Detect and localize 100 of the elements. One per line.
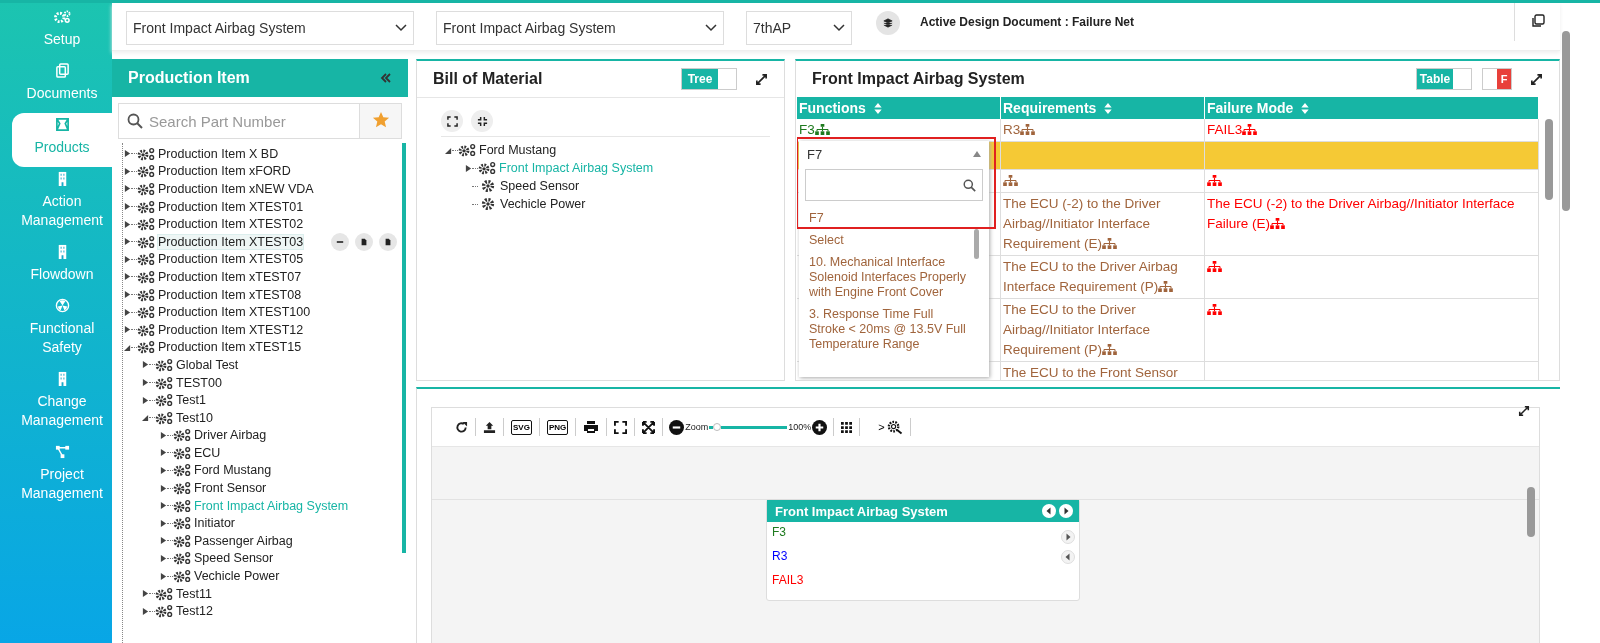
hierarchy-icon[interactable] [814,124,830,135]
tree-item[interactable]: ECU [194,445,221,460]
scrollbar[interactable] [1545,119,1553,200]
expander-icon[interactable] [160,448,167,458]
tree-item[interactable]: Production Item xTEST08 [158,287,302,302]
expander-icon[interactable] [124,237,131,247]
expander-icon[interactable] [142,360,149,370]
tree-item[interactable]: Ford Mustang [194,463,272,478]
expander-icon[interactable] [124,149,131,159]
tree-item[interactable]: Production Item XTEST03 [158,234,304,249]
hierarchy-icon[interactable] [1207,175,1222,186]
zoom-slider[interactable] [709,423,788,431]
tree-item[interactable]: TEST00 [176,375,222,390]
tree-item[interactable]: Vechicle Power [194,569,280,584]
tree-item[interactable]: Front Sensor [194,481,267,496]
expander-icon[interactable] [160,553,167,563]
search-settings-button[interactable]: > [860,418,911,436]
dropdown-option[interactable]: Select [799,230,975,252]
hierarchy-icon[interactable] [1158,281,1174,292]
hierarchy-icon[interactable] [1102,238,1118,249]
dropdown-select[interactable]: 7thAP [746,11,852,45]
expander-icon[interactable] [124,166,131,176]
layers-button[interactable] [876,11,900,35]
tree-item[interactable]: Test11 [176,586,212,601]
tree-item[interactable]: Ford Mustang [479,143,557,157]
hierarchy-icon[interactable] [1207,304,1222,315]
expander-icon[interactable] [465,163,472,173]
expander-icon[interactable] [160,483,167,493]
expander-icon[interactable] [142,413,149,423]
remove-button[interactable] [331,232,350,251]
expander-icon[interactable] [124,184,131,194]
tree-item[interactable]: Production Item XTEST02 [158,217,304,232]
hierarchy-icon[interactable] [1207,261,1222,272]
expander-icon[interactable] [142,589,149,599]
tree-item[interactable]: Production Item xNEW VDA [158,182,314,196]
search-field[interactable]: Search Part Number [118,103,360,139]
diagram-node[interactable]: Front Impact Airbag System F3 R3 FAIL3 [766,499,1080,601]
dropdown-search-field[interactable] [805,169,983,201]
expander-icon[interactable] [124,290,131,300]
expander-icon[interactable] [160,571,167,581]
tree-item[interactable]: Passenger Airbag [194,533,293,548]
tree-item[interactable]: Production Item XTEST05 [158,252,304,267]
filter-toggle[interactable]: F [1482,68,1512,90]
expander-icon[interactable] [142,395,149,405]
zoom-out-button[interactable] [669,419,685,435]
dropdown-select[interactable]: Front Impact Airbag System [126,11,414,45]
expander-icon[interactable] [124,325,131,335]
tree-item[interactable]: Vechicle Power [500,197,586,211]
tree-item[interactable]: Production Item xFORD [158,164,291,179]
tree-item[interactable]: Speed Sensor [194,551,274,566]
copy-button[interactable] [1514,3,1560,41]
tree-item[interactable]: Test10 [176,410,213,425]
expander-icon[interactable] [142,378,149,387]
scrollbar[interactable] [1527,487,1535,537]
tree-item[interactable]: Production Item XTEST12 [158,322,304,337]
expander-icon[interactable] [124,307,131,317]
scrollbar[interactable] [974,229,979,259]
tree-item[interactable]: Production Item XTEST01 [158,199,304,214]
expander-icon[interactable] [124,254,131,264]
tree-item[interactable]: Production Item xTEST07 [158,269,302,284]
tree-item[interactable]: Test12 [176,604,213,619]
hierarchy-icon[interactable] [1270,218,1285,229]
scrollbar[interactable] [402,143,406,553]
next-icon[interactable] [1059,504,1073,518]
tree-item[interactable]: Production Item xTEST15 [158,340,302,355]
tree-item[interactable]: Speed Sensor [500,179,580,193]
previous-icon[interactable] [1061,550,1075,564]
function-select[interactable]: F7 [799,141,989,167]
import-button[interactable] [355,232,374,251]
tree-item[interactable]: Production Item X BD [158,146,279,161]
expander-icon[interactable] [160,518,167,528]
collapse-all-button[interactable] [471,110,493,132]
hierarchy-icon[interactable] [1020,124,1036,135]
hierarchy-icon[interactable] [1242,124,1258,135]
expander-icon[interactable] [142,606,149,616]
dropdown-option[interactable]: 3. Response Time Full Stroke < 20ms @ 13.5V Full Temperature Range [799,304,975,356]
expander-icon[interactable] [160,430,167,440]
expand-icon[interactable] [755,72,768,86]
tree-item[interactable]: Initiator [194,516,235,531]
next-icon[interactable] [1061,530,1075,544]
hierarchy-icon[interactable] [1102,344,1118,355]
expander-icon[interactable] [124,202,131,212]
tree-item[interactable]: Global Test [176,357,239,372]
tree-item[interactable]: Driver Airbag [194,428,267,443]
scrollbar[interactable] [1562,31,1570,211]
previous-icon[interactable] [1042,504,1056,518]
tree-item[interactable]: Test1 [176,393,206,408]
expander-icon[interactable] [160,536,167,546]
zoom-in-button[interactable] [812,419,828,435]
tree-item[interactable]: Production Item XTEST100 [158,305,311,320]
expander-icon[interactable] [124,272,131,282]
expand-icon[interactable] [1530,72,1543,86]
expand-icon[interactable] [1518,405,1530,417]
expander-icon[interactable] [160,466,167,475]
collapse-icon[interactable] [380,73,392,83]
expander-icon[interactable] [160,501,167,511]
hierarchy-icon[interactable] [1003,175,1018,186]
dropdown-select[interactable]: Front Impact Airbag System [436,11,724,45]
expand-all-button[interactable] [441,110,463,132]
expander-icon[interactable] [124,219,131,229]
